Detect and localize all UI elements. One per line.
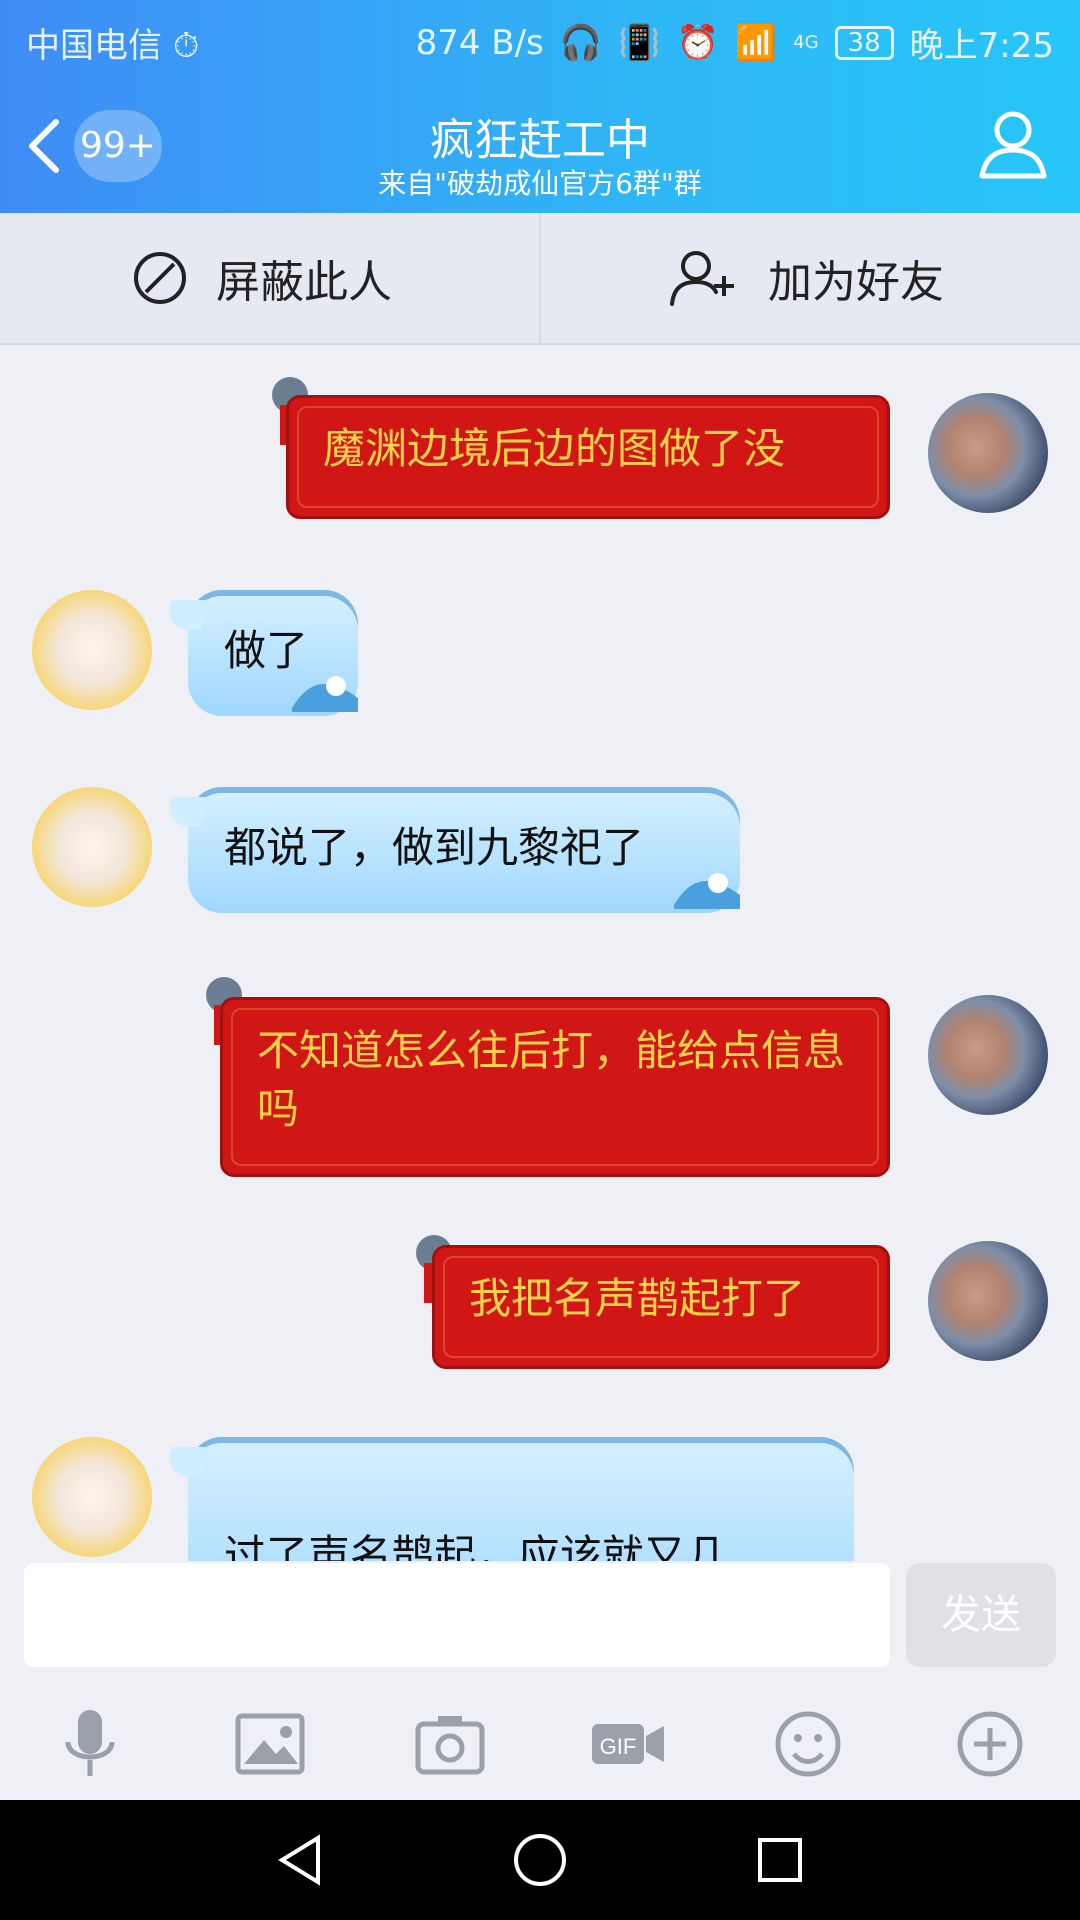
my-avatar[interactable] <box>928 1241 1048 1361</box>
message-row: 都说了，做到九黎祀了 <box>0 787 1080 927</box>
stopwatch-icon: ⏱ <box>172 26 200 66</box>
message-row: 魔渊边境后边的图做了没 <box>0 345 1080 519</box>
message-text: 都说了，做到九黎祀了 <box>224 823 645 872</box>
wifi-icon: 📶 <box>734 22 778 63</box>
chat-header: 中国电信 ⏱ 874 B/s 🎧 📳 ⏰ 📶 4G 38 晚上7:25 99+ … <box>0 0 1080 213</box>
message-row: 做了 <box>0 590 1080 730</box>
svg-text:GIF: GIF <box>600 1734 637 1759</box>
nav-back-icon[interactable] <box>270 1830 330 1890</box>
block-user-label: 屏蔽此人 <box>216 257 392 308</box>
network-speed: 874 B/s <box>415 22 544 63</box>
add-friend-label: 加为好友 <box>768 257 944 308</box>
message-bubble[interactable]: 都说了，做到九黎祀了 <box>188 787 740 913</box>
network-type: 4G <box>793 32 819 53</box>
message-row: 不知道怎么往后打，能给点信息吗 <box>0 965 1080 1177</box>
my-avatar[interactable] <box>928 393 1048 513</box>
vibrate-icon: 📳 <box>618 22 661 63</box>
microphone-icon[interactable] <box>50 1704 130 1784</box>
action-divider <box>539 213 541 343</box>
add-friend-button[interactable]: 加为好友 <box>668 213 944 343</box>
add-friend-icon <box>670 251 734 306</box>
nav-home-icon[interactable] <box>510 1830 570 1890</box>
emoji-icon[interactable] <box>768 1704 848 1784</box>
profile-icon[interactable] <box>976 106 1050 180</box>
composer-toolbar: GIF <box>0 1690 1080 1800</box>
navigation-bar: 99+ 疯狂赶工中 来自"破劫成仙官方6群"群 <box>0 76 1080 213</box>
message-row: 我把名声鹊起打了 <box>0 1223 1080 1373</box>
message-bubble[interactable]: 魔渊边境后边的图做了没 <box>286 395 890 519</box>
nav-recents-icon[interactable] <box>750 1830 810 1890</box>
battery-level: 38 <box>834 25 894 60</box>
camera-icon[interactable] <box>410 1704 490 1784</box>
message-list[interactable]: 魔渊边境后边的图做了没 做了 都说了，做到九黎祀了 不知道怎么往后打，能给点信息… <box>0 345 1080 1561</box>
contact-avatar[interactable] <box>32 1437 152 1557</box>
message-bubble[interactable]: 不知道怎么往后打，能给点信息吗 <box>220 997 890 1177</box>
action-bar: 屏蔽此人 加为好友 <box>0 213 1080 345</box>
plus-icon[interactable] <box>950 1704 1030 1784</box>
message-text: 过了声名鹊起，应该就又几 离出过图，打其他4大门派 <box>224 1531 729 1561</box>
block-user-button[interactable]: 屏蔽此人 <box>132 213 392 343</box>
message-bubble[interactable]: 过了声名鹊起，应该就又几 离出过图，打其他4大门派 <box>188 1437 854 1561</box>
chat-subtitle: 来自"破劫成仙官方6群"群 <box>378 167 702 200</box>
message-input[interactable] <box>24 1563 890 1667</box>
image-icon[interactable] <box>230 1704 310 1784</box>
wave-decoration-icon <box>292 676 358 712</box>
message-bubble[interactable]: 我把名声鹊起打了 <box>432 1245 890 1369</box>
clock: 晚上7:25 <box>909 26 1054 66</box>
message-row: 过了声名鹊起，应该就又几 离出过图，打其他4大门派 <box>0 1437 1080 1561</box>
message-text: 我把名声鹊起打了 <box>469 1274 806 1323</box>
contact-avatar[interactable] <box>32 590 152 710</box>
block-icon <box>134 252 186 304</box>
composer: 发送 <box>0 1563 1080 1681</box>
wave-decoration-icon <box>674 873 740 909</box>
status-bar: 中国电信 ⏱ 874 B/s 🎧 📳 ⏰ 📶 4G 38 晚上7:25 <box>0 0 1080 76</box>
contact-avatar[interactable] <box>32 787 152 907</box>
alarm-icon: ⏰ <box>676 22 719 63</box>
message-text: 不知道怎么往后打，能给点信息吗 <box>257 1026 846 1133</box>
message-text: 魔渊边境后边的图做了没 <box>323 424 786 473</box>
headset-icon: 🎧 <box>559 22 603 63</box>
gif-icon[interactable]: GIF <box>588 1704 668 1784</box>
system-navigation-bar <box>0 1800 1080 1920</box>
my-avatar[interactable] <box>928 995 1048 1115</box>
send-button[interactable]: 发送 <box>906 1563 1056 1667</box>
carrier-label: 中国电信 <box>26 26 162 66</box>
chat-title: 疯狂赶工中 <box>430 115 650 166</box>
